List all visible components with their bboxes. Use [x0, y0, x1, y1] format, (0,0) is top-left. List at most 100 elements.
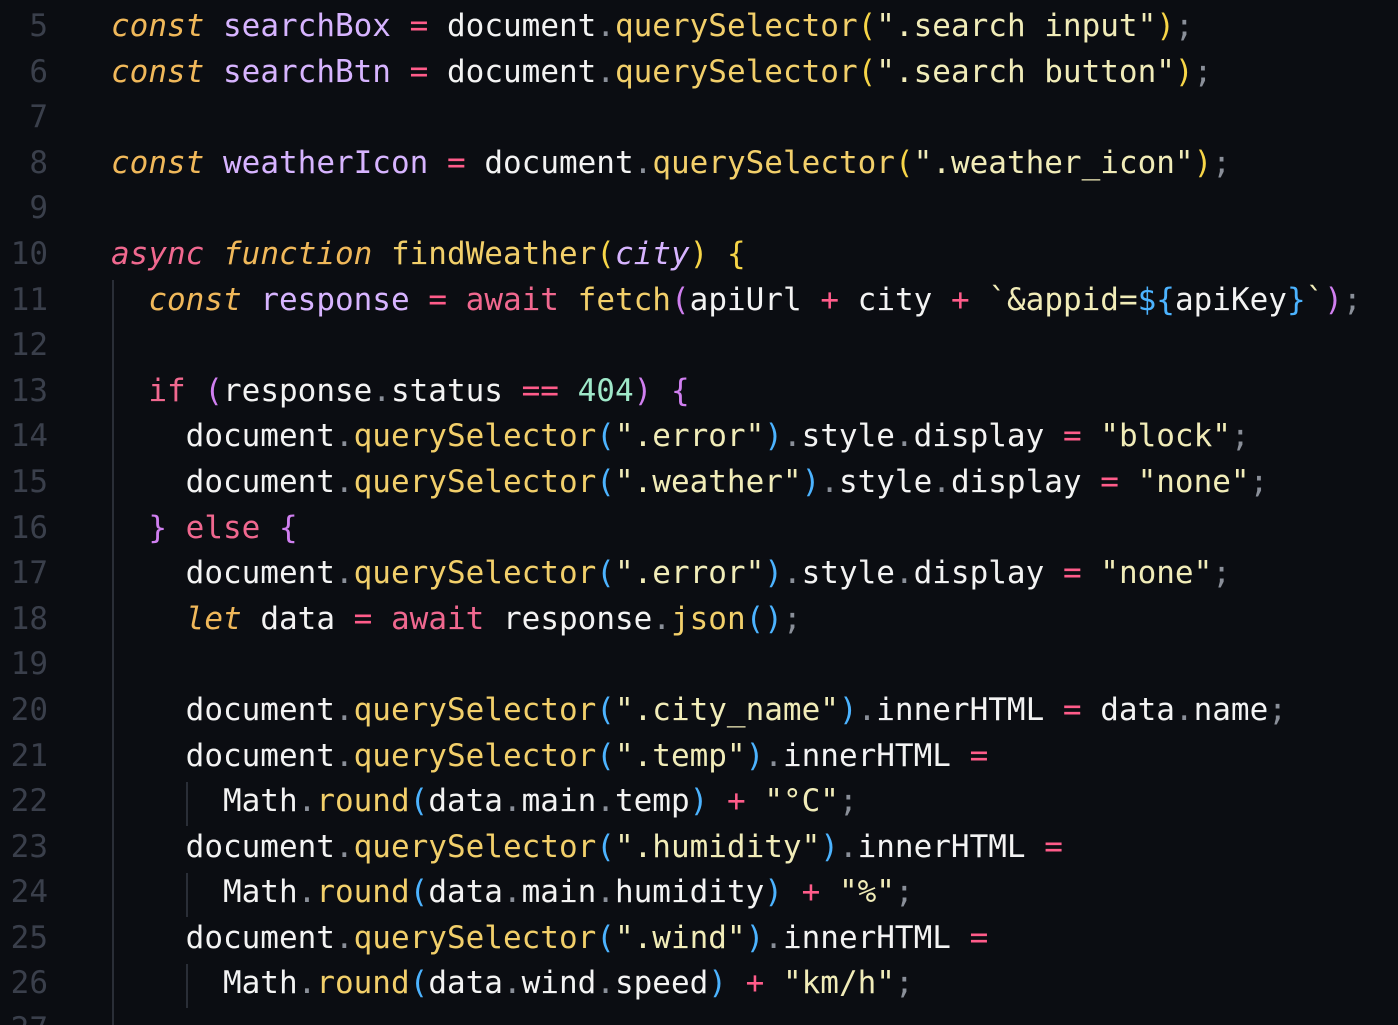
code-line[interactable]: 20 document.querySelector(".city_name").…: [0, 688, 1398, 734]
line-content[interactable]: document.querySelector(".weather").style…: [111, 460, 1269, 506]
line-content[interactable]: document.querySelector(".city_name").inn…: [111, 688, 1287, 734]
operator-token: =: [1044, 828, 1063, 865]
code-line[interactable]: 6 const searchBtn = document.querySelecto…: [0, 50, 1398, 96]
identifier-token: data: [260, 600, 335, 637]
line-content[interactable]: document.querySelector(".error").style.d…: [111, 551, 1231, 597]
identifier-token: style: [801, 555, 895, 592]
identifier-token: [111, 373, 148, 409]
operator-token: +: [726, 783, 746, 820]
line-content[interactable]: document.querySelector(".wind").innerHTM…: [111, 916, 989, 962]
code-line[interactable]: 11 const response = await fetch(apiUrl +…: [0, 278, 1398, 324]
identifier-token: [559, 373, 578, 409]
punctuation-token: .: [502, 965, 522, 1002]
identifier-token: [932, 282, 951, 318]
operator-token: =: [1062, 555, 1082, 592]
punctuation-token: .: [782, 418, 802, 455]
operator-token: =: [969, 737, 989, 774]
code-line[interactable]: 13 if (response.status == 404) {: [0, 369, 1398, 415]
bracket-token: (): [745, 600, 783, 637]
punctuation-token: .: [372, 372, 391, 409]
operator-token: =: [969, 919, 989, 956]
operator-token: =: [1062, 418, 1082, 455]
keyword-token: const: [111, 8, 205, 44]
code-line[interactable]: 15 document.querySelector(".weather").st…: [0, 460, 1398, 506]
string-token: "none": [1137, 463, 1250, 500]
identifier-token: [111, 464, 186, 500]
code-line[interactable]: 22 Math.round(data.main.temp) + "°C";: [0, 779, 1398, 825]
code-line[interactable]: 16 } else {: [0, 506, 1398, 552]
operator-token: =: [1100, 463, 1119, 500]
identifier-token: main: [521, 874, 597, 911]
string-token: ".city_name": [614, 691, 839, 728]
identifier-token: [111, 555, 186, 591]
identifier-token: [111, 920, 186, 956]
string-token: "none": [1100, 555, 1213, 592]
code-line[interactable]: 19: [0, 642, 1398, 688]
code-line[interactable]: 24 Math.round(data.main.humidity) + "%";: [0, 870, 1398, 916]
line-content[interactable]: document.querySelector(".temp").innerHTM…: [111, 734, 989, 780]
line-number: 22: [10, 783, 48, 820]
function-token: querySelector: [353, 828, 597, 865]
identifier-token: city: [857, 281, 933, 318]
bracket-token: ): [689, 783, 709, 820]
code-line[interactable]: 18 let data = await response.json();: [0, 597, 1398, 643]
code-line[interactable]: 25 document.querySelector(".wind").inner…: [0, 916, 1398, 962]
identifier-token: [204, 54, 223, 90]
operator-token: =: [1062, 691, 1082, 728]
identifier-token: [428, 54, 447, 90]
punctuation-token: .: [334, 555, 354, 592]
line-content[interactable]: const weatherIcon = document.querySelect…: [111, 141, 1231, 187]
variable-token: response: [260, 281, 410, 318]
line-content[interactable]: const searchBox = document.querySelector…: [111, 4, 1194, 50]
punctuation-token: ;: [1342, 281, 1362, 318]
bracket-token: (: [596, 235, 615, 272]
punctuation-token: .: [334, 418, 354, 455]
line-content[interactable]: async function findWeather(city) {: [111, 232, 746, 278]
line-content[interactable]: } else {: [111, 506, 297, 552]
line-content[interactable]: if (response.status == 404) {: [111, 369, 689, 415]
line-content[interactable]: Math.round(data.main.temp) + "°C";: [111, 779, 858, 825]
function-token: querySelector: [652, 144, 895, 181]
code-line[interactable]: 17 document.querySelector(".error").styl…: [0, 551, 1398, 597]
line-number: 20: [10, 691, 48, 728]
identifier-token: [466, 145, 485, 181]
code-line[interactable]: 12: [0, 323, 1398, 369]
code-editor[interactable]: 5 const searchBox = document.querySelecto…: [0, 0, 1398, 1025]
identifier-token: style: [838, 463, 933, 500]
line-content[interactable]: const searchBtn = document.querySelector…: [111, 50, 1212, 96]
identifier-token: [167, 510, 186, 546]
code-line[interactable]: 5 const searchBox = document.querySelecto…: [0, 4, 1398, 50]
identifier-token: [204, 236, 223, 272]
string-token: "km/h": [782, 965, 895, 1002]
bracket-token: (: [596, 463, 615, 500]
line-content[interactable]: document.querySelector(".humidity").inne…: [111, 825, 1063, 871]
identifier-token: [111, 783, 223, 819]
code-line[interactable]: 9: [0, 186, 1398, 232]
code-line[interactable]: 27: [0, 1007, 1398, 1025]
identifier-token: main: [521, 783, 597, 820]
identifier-token: [1082, 464, 1101, 500]
bracket-token: ): [764, 555, 783, 592]
string-token: ".search button": [876, 53, 1175, 90]
identifier-token: [391, 54, 410, 90]
line-content[interactable]: document.querySelector(".error").style.d…: [111, 414, 1250, 460]
code-line[interactable]: 21 document.querySelector(".temp").inner…: [0, 734, 1398, 780]
identifier-token: document: [185, 919, 335, 956]
line-content[interactable]: Math.round(data.main.humidity) + "%";: [111, 870, 914, 916]
identifier-token: Math: [222, 965, 298, 1002]
identifier-token: [204, 8, 223, 44]
code-line[interactable]: 7: [0, 95, 1398, 141]
line-content[interactable]: let data = await response.json();: [111, 597, 802, 643]
indent-guide-wind-continuation: [186, 964, 188, 1008]
identifier-token: document: [484, 144, 634, 181]
code-area[interactable]: 5 const searchBox = document.querySelecto…: [0, 4, 1398, 1025]
line-content[interactable]: const response = await fetch(apiUrl + ci…: [111, 278, 1362, 324]
line-content[interactable]: Math.round(data.wind.speed) + "km/h";: [111, 961, 914, 1007]
string-token: `&appid=: [988, 281, 1138, 318]
punctuation-token: .: [334, 919, 354, 956]
code-line[interactable]: 26 Math.round(data.wind.speed) + "km/h";: [0, 961, 1398, 1007]
code-line[interactable]: 23 document.querySelector(".humidity").i…: [0, 825, 1398, 871]
code-line[interactable]: 10 async function findWeather(city) {: [0, 232, 1398, 278]
code-line[interactable]: 14 document.querySelector(".error").styl…: [0, 414, 1398, 460]
code-line[interactable]: 8 const weatherIcon = document.querySelec…: [0, 141, 1398, 187]
